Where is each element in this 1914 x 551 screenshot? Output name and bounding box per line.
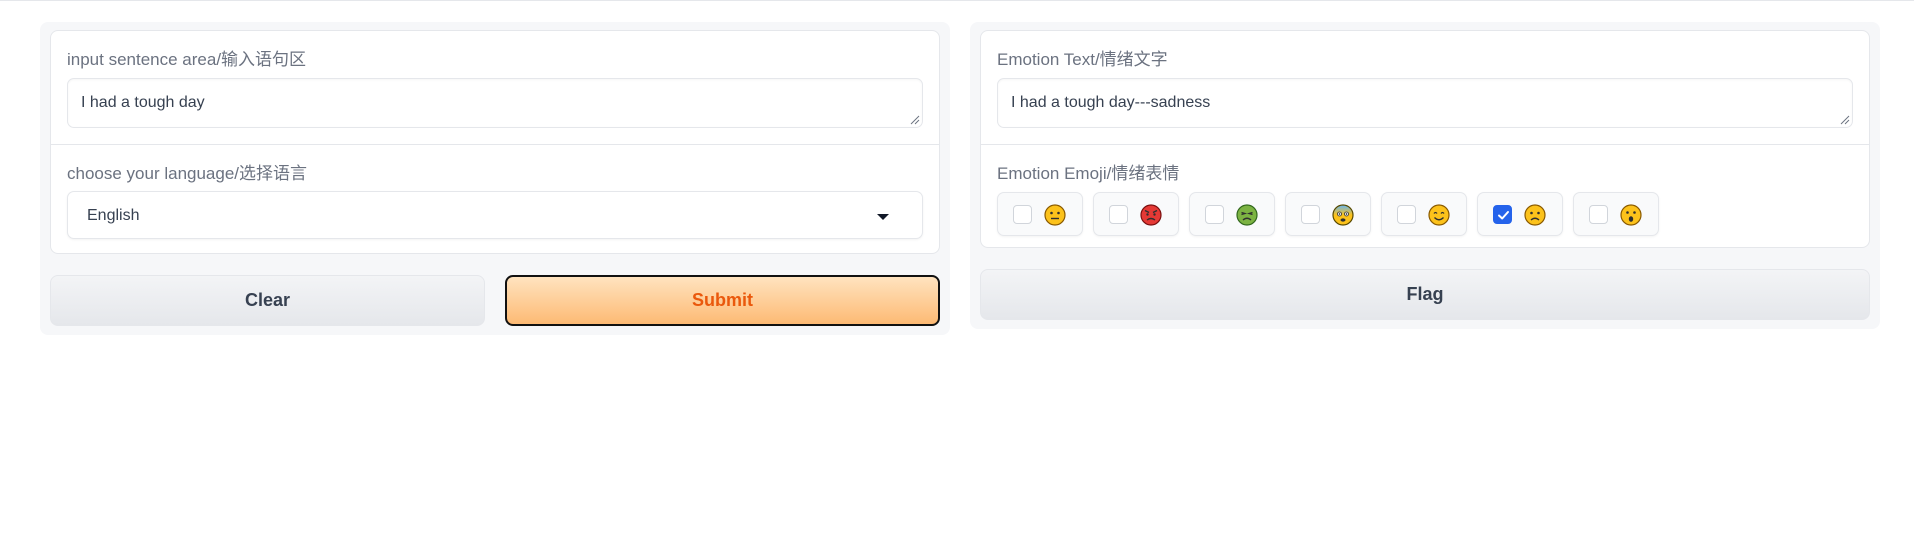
emotion-text-section: Emotion Text/情绪文字 I had a tough day---sa… <box>981 31 1869 144</box>
checkbox[interactable] <box>1013 205 1032 224</box>
emoji-option-surprised[interactable] <box>1573 192 1659 236</box>
emoji-option-sad[interactable] <box>1477 192 1563 236</box>
sad-face-icon <box>1524 204 1546 226</box>
smiling-face-icon <box>1428 204 1450 226</box>
language-dropdown[interactable]: English <box>67 191 923 239</box>
emoji-option-angry[interactable] <box>1093 192 1179 236</box>
output-panel: Emotion Text/情绪文字 I had a tough day---sa… <box>970 22 1880 329</box>
input-sentence-value: I had a tough day <box>81 94 205 111</box>
language-section: choose your language/选择语言 English <box>51 144 939 253</box>
surprised-face-icon <box>1620 204 1642 226</box>
checkbox[interactable] <box>1397 205 1416 224</box>
checkbox[interactable] <box>1109 205 1128 224</box>
emoji-option-smiling[interactable] <box>1381 192 1467 236</box>
emoji-option-neutral[interactable] <box>997 192 1083 236</box>
input-sentence-label: input sentence area/输入语句区 <box>67 50 307 69</box>
neutral-face-icon <box>1044 204 1066 226</box>
language-selected-value: English <box>87 207 140 224</box>
input-sentence-textarea[interactable]: I had a tough day <box>67 78 923 128</box>
checkbox[interactable] <box>1205 205 1224 224</box>
emotion-text-value: I had a tough day---sadness <box>1011 94 1211 111</box>
flag-button[interactable]: Flag <box>980 269 1870 320</box>
input-block: input sentence area/输入语句区 I had a tough … <box>50 30 940 254</box>
nauseated-face-icon <box>1236 204 1258 226</box>
language-label: choose your language/选择语言 <box>67 164 308 183</box>
emotion-emoji-group <box>997 192 1659 236</box>
checkbox[interactable] <box>1589 205 1608 224</box>
fearful-face-icon <box>1332 204 1354 226</box>
checkbox[interactable] <box>1301 205 1320 224</box>
resize-handle-icon[interactable] <box>1840 115 1850 125</box>
input-panel: input sentence area/输入语句区 I had a tough … <box>40 22 950 335</box>
submit-button[interactable]: Submit <box>505 275 940 326</box>
emotion-text-textarea[interactable]: I had a tough day---sadness <box>997 78 1853 128</box>
top-divider <box>0 0 1914 1</box>
emotion-emoji-label: Emotion Emoji/情绪表情 <box>997 164 1180 183</box>
chevron-down-icon <box>877 214 889 220</box>
emotion-text-label: Emotion Text/情绪文字 <box>997 50 1168 69</box>
check-icon <box>1498 211 1509 220</box>
emoji-option-nauseated[interactable] <box>1189 192 1275 236</box>
emoji-option-fearful[interactable] <box>1285 192 1371 236</box>
output-block: Emotion Text/情绪文字 I had a tough day---sa… <box>980 30 1870 248</box>
angry-face-icon <box>1140 204 1162 226</box>
clear-button[interactable]: Clear <box>50 275 485 326</box>
input-sentence-section: input sentence area/输入语句区 I had a tough … <box>51 31 939 144</box>
resize-handle-icon[interactable] <box>910 115 920 125</box>
checkbox-checked[interactable] <box>1493 205 1512 224</box>
emotion-emoji-section: Emotion Emoji/情绪表情 <box>981 144 1869 247</box>
